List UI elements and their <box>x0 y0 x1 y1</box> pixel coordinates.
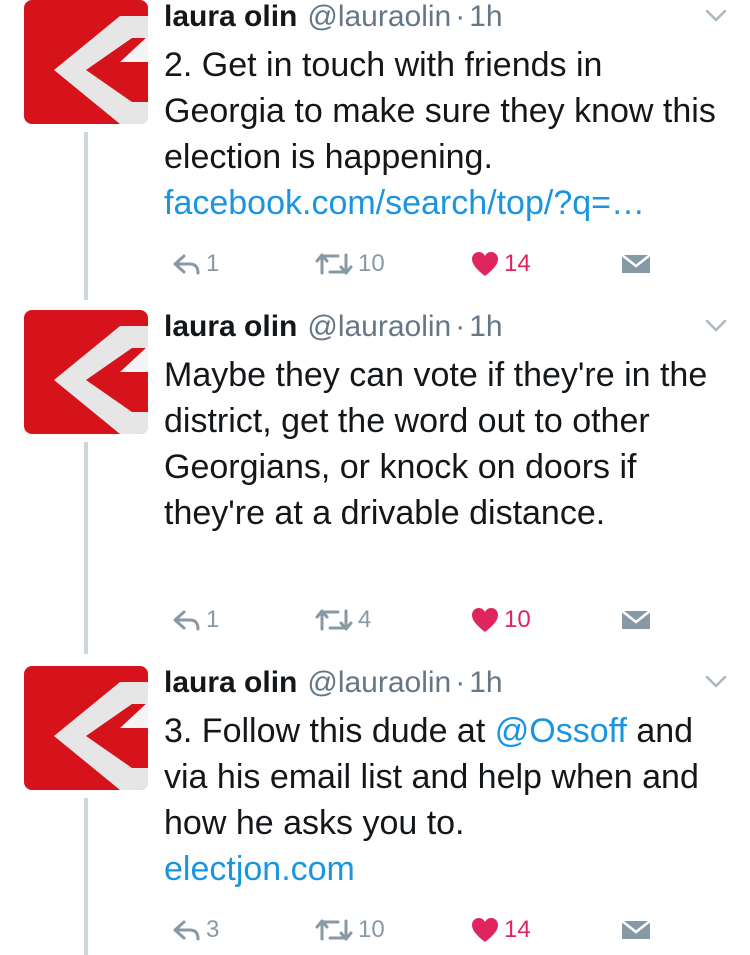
direct-message-button[interactable] <box>620 912 652 948</box>
like-button[interactable]: 10 <box>470 602 531 638</box>
tweet-actions: 1 10 14 <box>164 246 664 282</box>
reply-icon <box>173 610 200 631</box>
timestamp[interactable]: 1h <box>469 308 502 346</box>
chevron-down-icon[interactable] <box>704 8 728 24</box>
retweet-count: 4 <box>358 606 372 633</box>
user-handle[interactable]: @lauraolin <box>307 308 451 346</box>
thread-line <box>84 132 88 300</box>
like-count: 10 <box>504 606 531 633</box>
user-handle[interactable]: @lauraolin <box>307 0 451 36</box>
direct-message-button[interactable] <box>620 602 652 638</box>
retweet-button[interactable]: 10 <box>314 246 385 282</box>
tweet-text-prefix: 3. Follow this dude at <box>164 712 486 750</box>
tweet-header: laura olin @lauraolin · 1h <box>164 0 503 38</box>
tweet-text-plain: Maybe they can vote if they're in the di… <box>164 356 708 532</box>
reply-button[interactable]: 1 <box>172 246 219 282</box>
reply-count: 1 <box>206 250 220 277</box>
tweet-link[interactable]: facebook.com/search/top/?q=… <box>164 184 645 222</box>
envelope-icon <box>621 920 651 939</box>
tweet-1[interactable]: laura olin @lauraolin · 1h 2. Get in tou… <box>0 0 750 300</box>
like-button[interactable]: 14 <box>470 246 531 282</box>
tweet-2[interactable]: laura olin @lauraolin · 1h Maybe they ca… <box>0 308 750 654</box>
avatar-arrow-logo <box>24 666 148 790</box>
tweet-text: 3. Follow this dude at @Ossoff and via h… <box>164 708 729 892</box>
separator-dot: · <box>455 0 466 33</box>
display-name[interactable]: laura olin <box>164 308 297 346</box>
reply-icon <box>173 920 200 941</box>
tweet-actions: 3 10 14 <box>164 912 664 948</box>
retweet-count: 10 <box>358 916 385 943</box>
heart-icon <box>472 608 498 632</box>
tweet-text: Maybe they can vote if they're in the di… <box>164 352 729 536</box>
envelope-icon <box>621 610 651 629</box>
tweet-header: laura olin @lauraolin · 1h <box>164 664 503 704</box>
retweet-icon <box>315 609 353 631</box>
avatar[interactable] <box>24 310 148 434</box>
envelope-icon <box>621 254 651 273</box>
direct-message-button[interactable] <box>620 246 652 282</box>
avatar-arrow-logo <box>24 0 148 124</box>
reply-count: 3 <box>206 916 220 943</box>
timestamp[interactable]: 1h <box>469 0 502 36</box>
like-count: 14 <box>504 250 531 277</box>
retweet-button[interactable]: 4 <box>314 602 371 638</box>
retweet-button[interactable]: 10 <box>314 912 385 948</box>
thread-line <box>84 798 88 955</box>
tweet-header: laura olin @lauraolin · 1h <box>164 308 503 348</box>
avatar-arrow-logo <box>24 310 148 434</box>
reply-button[interactable]: 1 <box>172 602 219 638</box>
heart-icon <box>472 918 498 942</box>
tweet-text-plain: 2. Get in touch with friends in Georgia … <box>164 46 716 176</box>
separator-dot: · <box>455 310 466 343</box>
retweet-icon <box>315 919 353 941</box>
heart-icon <box>472 252 498 276</box>
reply-button[interactable]: 3 <box>172 912 219 948</box>
display-name[interactable]: laura olin <box>164 664 297 702</box>
thread-line <box>84 442 88 654</box>
user-handle[interactable]: @lauraolin <box>307 664 451 702</box>
chevron-down-icon[interactable] <box>704 674 728 690</box>
display-name[interactable]: laura olin <box>164 0 297 36</box>
tweet-actions: 1 4 10 <box>164 602 664 638</box>
like-count: 14 <box>504 916 531 943</box>
mention-link[interactable]: @Ossoff <box>495 712 627 750</box>
chevron-down-icon[interactable] <box>704 318 728 334</box>
tweet-3[interactable]: laura olin @lauraolin · 1h 3. Follow thi… <box>0 666 750 955</box>
tweet-link[interactable]: electjon.com <box>164 850 355 888</box>
reply-icon <box>173 254 200 275</box>
retweet-count: 10 <box>358 250 385 277</box>
like-button[interactable]: 14 <box>470 912 531 948</box>
timestamp[interactable]: 1h <box>469 664 502 702</box>
reply-count: 1 <box>206 606 220 633</box>
tweet-text: 2. Get in touch with friends in Georgia … <box>164 42 729 226</box>
separator-dot: · <box>455 666 466 699</box>
avatar[interactable] <box>24 0 148 124</box>
avatar[interactable] <box>24 666 148 790</box>
retweet-icon <box>315 253 353 275</box>
